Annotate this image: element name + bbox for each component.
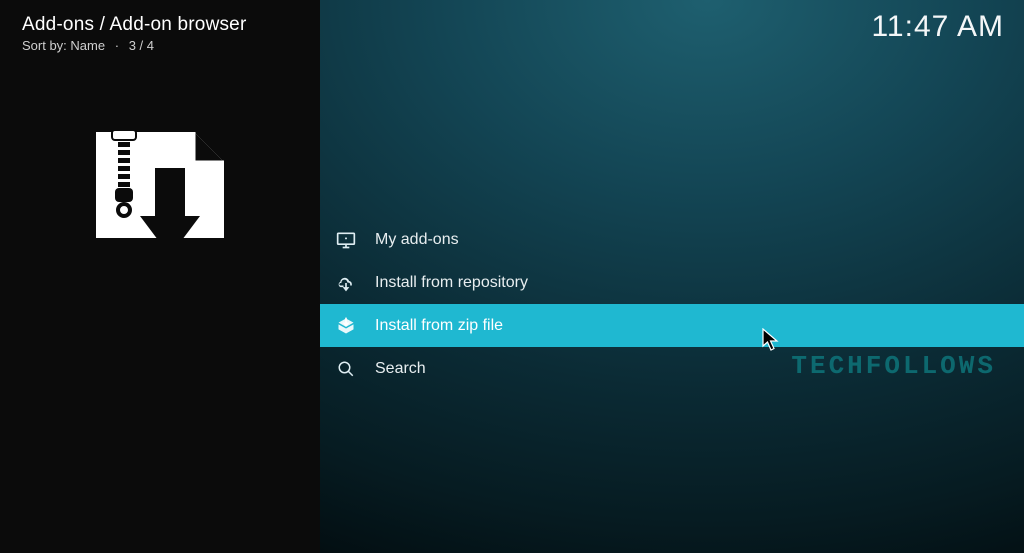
menu-item-label: My add-ons	[375, 231, 459, 249]
menu-item-label: Search	[375, 360, 426, 378]
category-icon	[0, 130, 320, 280]
menu-item-search[interactable]: Search	[320, 347, 1024, 390]
item-index: 3 / 4	[129, 38, 154, 53]
main-panel: 11:47 AM My add-ons	[320, 0, 1024, 553]
sidebar: Add-ons / Add-on browser Sort by: Name ·…	[0, 0, 320, 553]
zip-file-download-icon	[90, 130, 230, 280]
menu-item-label: Install from zip file	[375, 317, 503, 335]
menu-item-install-repository[interactable]: Install from repository	[320, 261, 1024, 304]
clock: 11:47 AM	[871, 10, 1004, 44]
sort-line: Sort by: Name · 3 / 4	[22, 38, 298, 53]
sort-value: Name	[70, 38, 105, 53]
menu-item-my-addons[interactable]: My add-ons	[320, 218, 1024, 261]
menu-item-install-zip[interactable]: Install from zip file	[320, 304, 1024, 347]
search-icon	[335, 358, 357, 380]
breadcrumb: Add-ons / Add-on browser	[22, 14, 298, 36]
box-download-icon	[335, 315, 357, 337]
cloud-download-icon	[335, 272, 357, 294]
sort-label: Sort by:	[22, 38, 67, 53]
sort-separator: ·	[115, 38, 119, 53]
addon-browser-menu: My add-ons Install from repository	[320, 218, 1024, 390]
monitor-icon	[335, 229, 357, 251]
app-root: Add-ons / Add-on browser Sort by: Name ·…	[0, 0, 1024, 553]
menu-item-label: Install from repository	[375, 274, 528, 292]
